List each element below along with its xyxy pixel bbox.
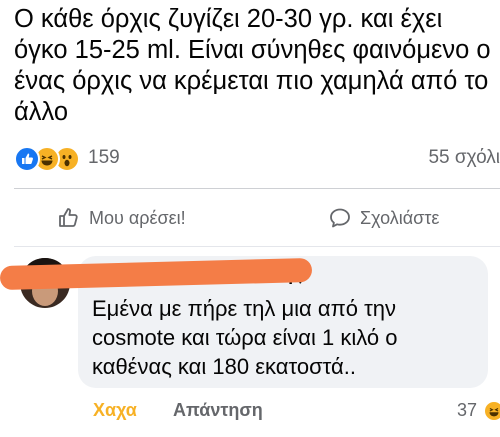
like-icon — [14, 146, 40, 172]
post-line: όγκο 15-25 ml. Είναι σύνηθες φαινόμενο ο — [14, 36, 491, 64]
divider — [14, 246, 500, 247]
like-label: Μου αρέσει! — [89, 207, 186, 228]
post-line: ένας όρχις να κρέμεται πιο χαμηλά από το — [14, 67, 489, 95]
reaction-count[interactable]: 159 — [88, 147, 120, 169]
haha-icon — [483, 400, 500, 422]
comment-icon — [328, 206, 352, 230]
comment-button[interactable]: Σχολιάστε — [328, 198, 439, 238]
post-text: Ο κάθε όρχις ζυγίζει 20-30 γρ. και έχει … — [14, 4, 498, 128]
comments-count[interactable]: 55 σχόλι — [428, 147, 500, 169]
comment-text: Εμένα με πήρε τηλ μια από την cosmote κα… — [92, 294, 482, 381]
comment-line: καθένας και 180 εκατοστά.. — [92, 354, 356, 379]
reply-link[interactable]: Απάντηση — [173, 400, 263, 421]
comment-line: cosmote και τώρα είναι 1 κιλό ο — [92, 325, 398, 350]
reactions-summary: 159 55 σχόλι — [14, 145, 500, 173]
like-button[interactable]: Μου αρέσει! — [57, 198, 186, 238]
post-line: άλλο — [14, 98, 69, 126]
divider — [14, 188, 500, 189]
comment-reaction-count[interactable]: 37 — [457, 400, 477, 421]
post-line: Ο κάθε όρχις ζυγίζει 20-30 γρ. και έχει — [14, 5, 443, 33]
comment-line: Εμένα με πήρε τηλ μια από την — [92, 296, 397, 321]
reaction-icons[interactable] — [14, 146, 84, 172]
comment-label: Σχολιάστε — [360, 207, 440, 228]
haha-reaction-link[interactable]: Χαχα — [93, 400, 137, 421]
thumbs-up-icon — [57, 206, 81, 230]
post-action-bar: Μου αρέσει! Σχολιάστε — [0, 198, 500, 238]
comment-actions: Χαχα Απάντηση 37 — [0, 398, 500, 428]
